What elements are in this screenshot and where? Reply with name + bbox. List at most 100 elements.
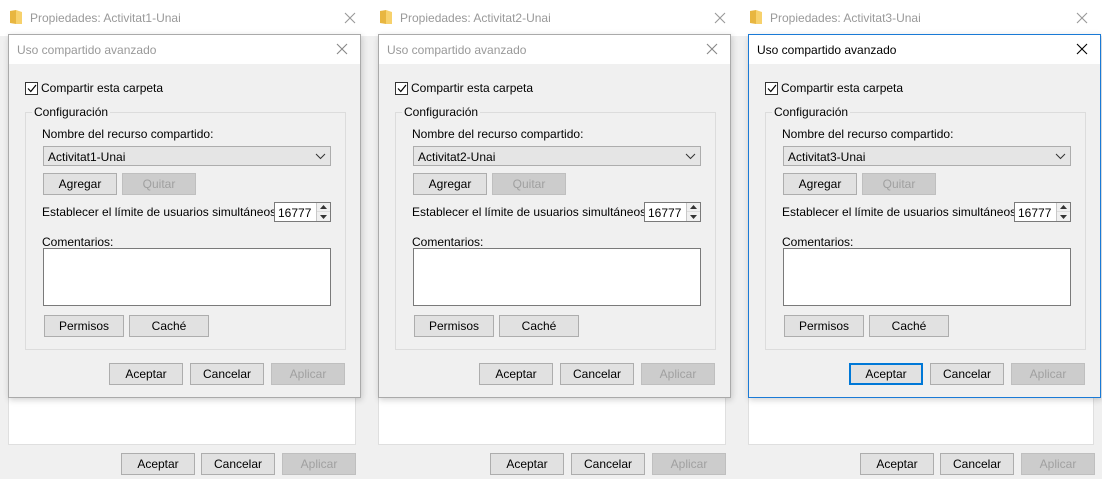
spin-down-icon <box>690 214 697 219</box>
properties-content-area <box>378 390 726 445</box>
configuration-legend: Configuración <box>402 105 481 119</box>
share-folder-label: Compartir esta carpeta <box>41 81 164 95</box>
spin-up-button[interactable] <box>687 203 700 212</box>
chevron-down-icon <box>685 153 696 160</box>
user-limit-spinner[interactable]: 16777 <box>1014 202 1071 222</box>
folder-icon <box>380 10 392 24</box>
spin-down-button[interactable] <box>1057 212 1070 221</box>
share-folder-row[interactable]: Compartir esta carpeta <box>765 81 903 95</box>
dialog-ok-button[interactable]: Aceptar <box>849 363 923 385</box>
spin-down-button[interactable] <box>317 212 330 221</box>
permissions-button[interactable]: Permisos <box>414 315 494 337</box>
share-folder-row[interactable]: Compartir esta carpeta <box>25 81 163 95</box>
comments-textarea[interactable] <box>43 248 331 306</box>
dialog-titlebar: Uso compartido avanzado <box>379 35 730 64</box>
configuration-group: Configuración Nombre del recurso compart… <box>395 105 716 350</box>
comments-textarea[interactable] <box>413 248 701 306</box>
folder-icon <box>750 10 762 24</box>
dialog-title: Uso compartido avanzado <box>757 43 897 57</box>
properties-close-button[interactable] <box>336 6 364 30</box>
share-name-value: Activitat3-Unai <box>788 150 866 164</box>
share-folder-checkbox[interactable] <box>395 81 408 95</box>
comments-label: Comentarios: <box>412 235 484 249</box>
share-name-dropdown[interactable]: Activitat2-Unai <box>413 146 701 166</box>
spin-up-button[interactable] <box>317 203 330 212</box>
properties-button-row: Aceptar Cancelar Aplicar <box>370 453 740 477</box>
share-folder-label: Compartir esta carpeta <box>411 81 534 95</box>
properties-cancel-button[interactable]: Cancelar <box>940 453 1014 475</box>
spin-up-icon <box>1060 205 1067 209</box>
dialog-ok-button[interactable]: Aceptar <box>109 363 183 385</box>
share-folder-checkbox[interactable] <box>765 81 778 95</box>
remove-button[interactable]: Quitar <box>862 173 936 195</box>
user-limit-label: Establecer el límite de usuarios simultá… <box>782 205 1037 219</box>
dialog-ok-button[interactable]: Aceptar <box>479 363 553 385</box>
close-icon <box>336 43 348 55</box>
properties-ok-button[interactable]: Aceptar <box>490 453 564 475</box>
share-folder-row[interactable]: Compartir esta carpeta <box>395 81 533 95</box>
dialog-titlebar: Uso compartido avanzado <box>749 35 1100 64</box>
checkmark-icon <box>397 84 406 92</box>
chevron-down-icon <box>1055 153 1066 160</box>
dialog-cancel-button[interactable]: Cancelar <box>190 363 264 385</box>
user-limit-spinner[interactable]: 16777 <box>274 202 331 222</box>
panel-activitat3: Propiedades: Activitat3-Unai Aceptar Can… <box>740 0 1102 479</box>
share-name-value: Activitat1-Unai <box>48 150 126 164</box>
comments-label: Comentarios: <box>782 235 854 249</box>
properties-cancel-button[interactable]: Cancelar <box>571 453 645 475</box>
cache-button[interactable]: Caché <box>499 315 579 337</box>
remove-button[interactable]: Quitar <box>122 173 196 195</box>
comments-textarea[interactable] <box>783 248 1071 306</box>
add-button[interactable]: Agregar <box>783 173 857 195</box>
folder-icon <box>10 10 22 24</box>
cache-button[interactable]: Caché <box>869 315 949 337</box>
dialog-cancel-button[interactable]: Cancelar <box>930 363 1004 385</box>
dialog-apply-button[interactable]: Aplicar <box>1011 363 1085 385</box>
dialog-close-button[interactable] <box>328 37 356 61</box>
dialog-title: Uso compartido avanzado <box>17 43 157 57</box>
properties-titlebar: Propiedades: Activitat2-Unai <box>370 0 740 36</box>
user-limit-value: 16777 <box>648 206 682 220</box>
properties-apply-button[interactable]: Aplicar <box>282 453 356 475</box>
add-button[interactable]: Agregar <box>413 173 487 195</box>
permissions-button[interactable]: Permisos <box>44 315 124 337</box>
properties-cancel-button[interactable]: Cancelar <box>201 453 275 475</box>
configuration-legend: Configuración <box>772 105 851 119</box>
spin-up-button[interactable] <box>1057 203 1070 212</box>
share-name-dropdown[interactable]: Activitat3-Unai <box>783 146 1071 166</box>
remove-button[interactable]: Quitar <box>492 173 566 195</box>
dialog-close-button[interactable] <box>698 37 726 61</box>
spin-down-button[interactable] <box>687 212 700 221</box>
add-button[interactable]: Agregar <box>43 173 117 195</box>
properties-title: Propiedades: Activitat1-Unai <box>30 11 181 25</box>
properties-ok-button[interactable]: Aceptar <box>121 453 195 475</box>
dialog-apply-button[interactable]: Aplicar <box>641 363 715 385</box>
properties-close-button[interactable] <box>706 6 734 30</box>
properties-button-row: Aceptar Cancelar Aplicar <box>0 453 370 477</box>
spin-up-icon <box>320 205 327 209</box>
user-limit-spinner[interactable]: 16777 <box>644 202 701 222</box>
share-name-dropdown[interactable]: Activitat1-Unai <box>43 146 331 166</box>
properties-close-button[interactable] <box>1068 6 1096 30</box>
cache-button[interactable]: Caché <box>129 315 209 337</box>
dialog-close-button[interactable] <box>1068 37 1096 61</box>
dialog-cancel-button[interactable]: Cancelar <box>560 363 634 385</box>
properties-button-row: Aceptar Cancelar Aplicar <box>740 453 1102 477</box>
properties-title: Propiedades: Activitat2-Unai <box>400 11 551 25</box>
dialog-apply-button[interactable]: Aplicar <box>271 363 345 385</box>
share-folder-label: Compartir esta carpeta <box>781 81 904 95</box>
permissions-button[interactable]: Permisos <box>784 315 864 337</box>
configuration-group: Configuración Nombre del recurso compart… <box>765 105 1086 350</box>
spin-down-icon <box>1060 214 1067 219</box>
properties-apply-button[interactable]: Aplicar <box>652 453 726 475</box>
properties-ok-button[interactable]: Aceptar <box>860 453 934 475</box>
comments-label: Comentarios: <box>42 235 114 249</box>
properties-apply-button[interactable]: Aplicar <box>1021 453 1095 475</box>
configuration-group: Configuración Nombre del recurso compart… <box>25 105 346 350</box>
panel-activitat1: Propiedades: Activitat1-Unai Aceptar Can… <box>0 0 370 479</box>
advanced-sharing-dialog: Uso compartido avanzado Compartir esta c… <box>378 34 731 398</box>
user-limit-value: 16777 <box>1018 206 1052 220</box>
share-folder-checkbox[interactable] <box>25 81 38 95</box>
properties-titlebar: Propiedades: Activitat1-Unai <box>0 0 370 36</box>
dialog-title: Uso compartido avanzado <box>387 43 527 57</box>
